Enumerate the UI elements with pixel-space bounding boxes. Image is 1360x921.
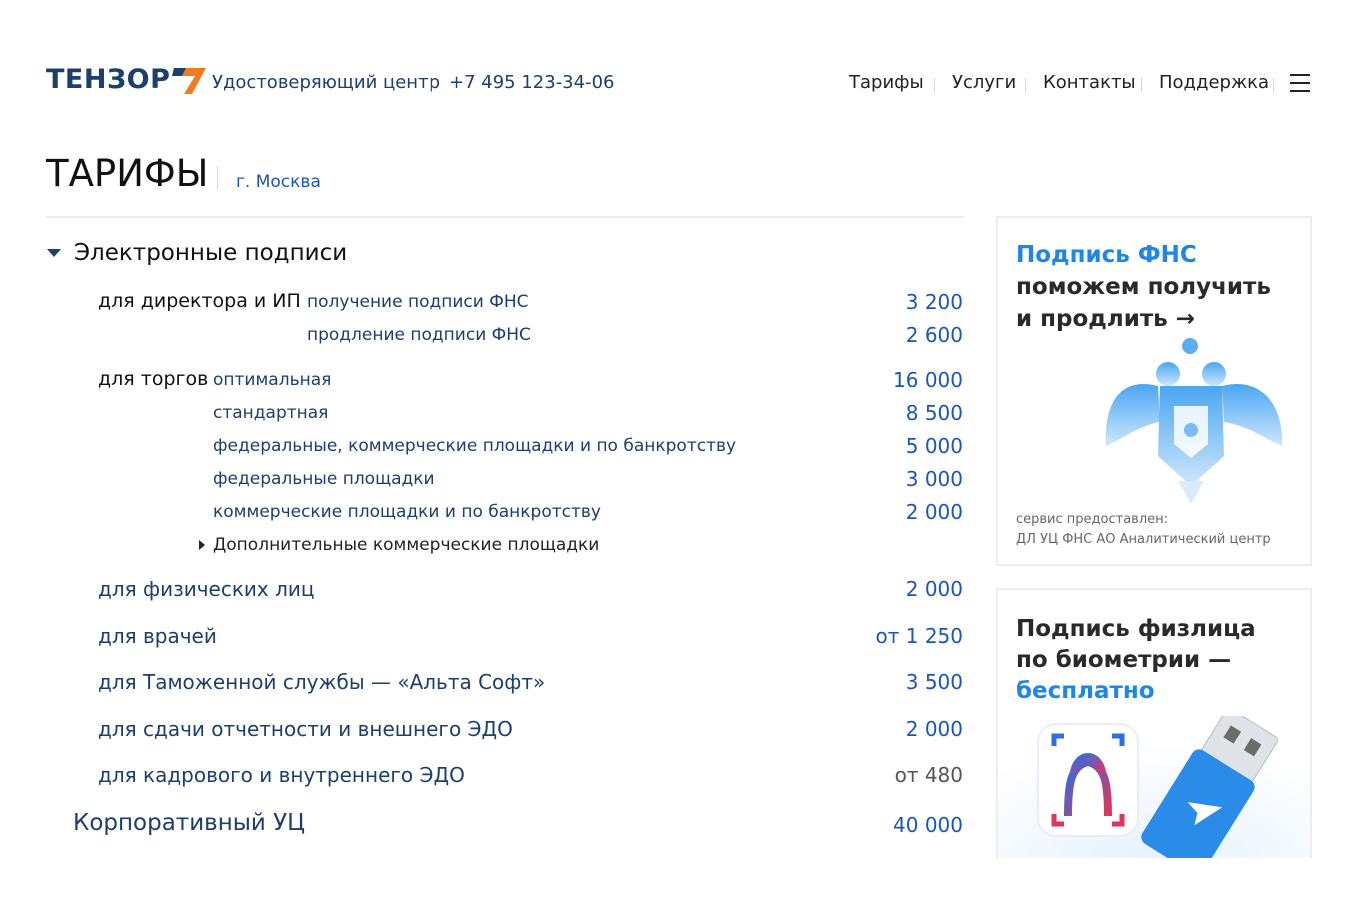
phone-number[interactable]: +7 495 123-34-06 xyxy=(449,72,615,93)
banner-fns-signature[interactable]: Подпись ФНС поможем получить и продлить … xyxy=(996,216,1312,566)
extra-platforms-toggle[interactable]: Дополнительные коммерческие площадки xyxy=(213,535,599,555)
tariff-price[interactable]: 3 200 xyxy=(906,290,963,314)
city-selector[interactable]: г. Москва xyxy=(236,172,321,192)
menu-icon[interactable] xyxy=(1290,74,1310,92)
tariff-price[interactable]: 2 000 xyxy=(906,500,963,524)
page-title: ТАРИФЫ xyxy=(46,152,209,195)
tariff-item[interactable]: получение подписи ФНС xyxy=(307,292,529,312)
biometric-usb-icon xyxy=(998,716,1310,858)
group-trade-label: для торгов xyxy=(98,368,209,390)
banner-fns-line3: и продлить → xyxy=(1016,306,1195,332)
banner-bio-line2: по биометрии — xyxy=(1016,647,1232,673)
tariff-price[interactable]: 16 000 xyxy=(893,368,963,392)
triangle-right-icon xyxy=(199,540,205,550)
banner-bio-line1: Подпись физлица xyxy=(1016,616,1256,642)
section-electronic-signatures[interactable]: Электронные подписи xyxy=(46,240,347,266)
banner-fns-foot1: сервис предоставлен: xyxy=(1016,512,1169,527)
banner-fns-line2: поможем получить xyxy=(1016,274,1271,300)
title-separator xyxy=(217,166,218,190)
logo-subtitle: Удостоверяющий центр xyxy=(212,72,440,93)
banner-fns-foot2: ДЛ УЦ ФНС АО Аналитический центр xyxy=(1016,532,1271,547)
tariff-price[interactable]: 2 600 xyxy=(906,323,963,347)
tariff-item[interactable]: продление подписи ФНС xyxy=(307,325,531,345)
group-director-label: для директора и ИП xyxy=(98,290,301,312)
nav-services[interactable]: Услуги xyxy=(952,72,1016,93)
tensor-logo[interactable]: ТЕНЗОР xyxy=(46,64,208,95)
tariff-price[interactable]: 40 000 xyxy=(893,813,963,837)
nav-separator xyxy=(1141,78,1142,92)
tariff-price[interactable]: от 480 xyxy=(895,763,963,787)
banner-fns-title: Подпись ФНС xyxy=(1016,242,1197,268)
nav-contacts[interactable]: Контакты xyxy=(1043,72,1136,93)
title-divider xyxy=(46,216,964,218)
nav-separator xyxy=(1273,78,1274,92)
banner-bio-line3: бесплатно xyxy=(1016,678,1155,704)
tariff-row[interactable]: для врачей xyxy=(98,624,217,648)
nav-separator xyxy=(1025,78,1026,92)
triangle-down-icon xyxy=(47,249,61,257)
logo-seven-icon xyxy=(172,67,207,94)
nav-tariffs[interactable]: Тарифы xyxy=(849,72,924,93)
coat-of-arms-icon xyxy=(1105,338,1283,504)
corporate-ca-row[interactable]: Корпоративный УЦ xyxy=(73,810,305,836)
banner-biometric-signature[interactable]: Подпись физлица по биометрии — бесплатно xyxy=(996,588,1312,858)
tariff-row[interactable]: для Таможенной службы — «Альта Софт» xyxy=(98,670,545,694)
tariff-item[interactable]: стандартная xyxy=(213,403,328,423)
tariff-row[interactable]: для сдачи отчетности и внешнего ЭДО xyxy=(98,717,513,741)
tariff-price[interactable]: 3 000 xyxy=(906,467,963,491)
tariff-price[interactable]: 5 000 xyxy=(906,434,963,458)
section-label: Электронные подписи xyxy=(74,240,348,266)
nav-separator xyxy=(934,78,935,92)
tariff-price[interactable]: 2 000 xyxy=(906,717,963,741)
tariff-price[interactable]: 2 000 xyxy=(906,577,963,601)
header-separator xyxy=(430,78,431,92)
tariff-row[interactable]: для кадрового и внутреннего ЭДО xyxy=(98,763,465,787)
tariff-price[interactable]: от 1 250 xyxy=(876,624,964,648)
banner-fns-footer: сервис предоставлен: ДЛ УЦ ФНС АО Аналит… xyxy=(1016,510,1271,550)
tariff-price[interactable]: 3 500 xyxy=(906,670,963,694)
tariff-item[interactable]: оптимальная xyxy=(213,370,331,390)
logo-text: ТЕНЗОР xyxy=(46,64,171,95)
tariff-item[interactable]: федеральные, коммерческие площадки и по … xyxy=(213,436,736,456)
nav-support[interactable]: Поддержка xyxy=(1159,72,1269,93)
tariff-item[interactable]: федеральные площадки xyxy=(213,469,435,489)
tariff-row[interactable]: для физических лиц xyxy=(98,577,315,601)
tariff-price[interactable]: 8 500 xyxy=(906,401,963,425)
tariff-item[interactable]: коммерческие площадки и по банкротству xyxy=(213,502,601,522)
